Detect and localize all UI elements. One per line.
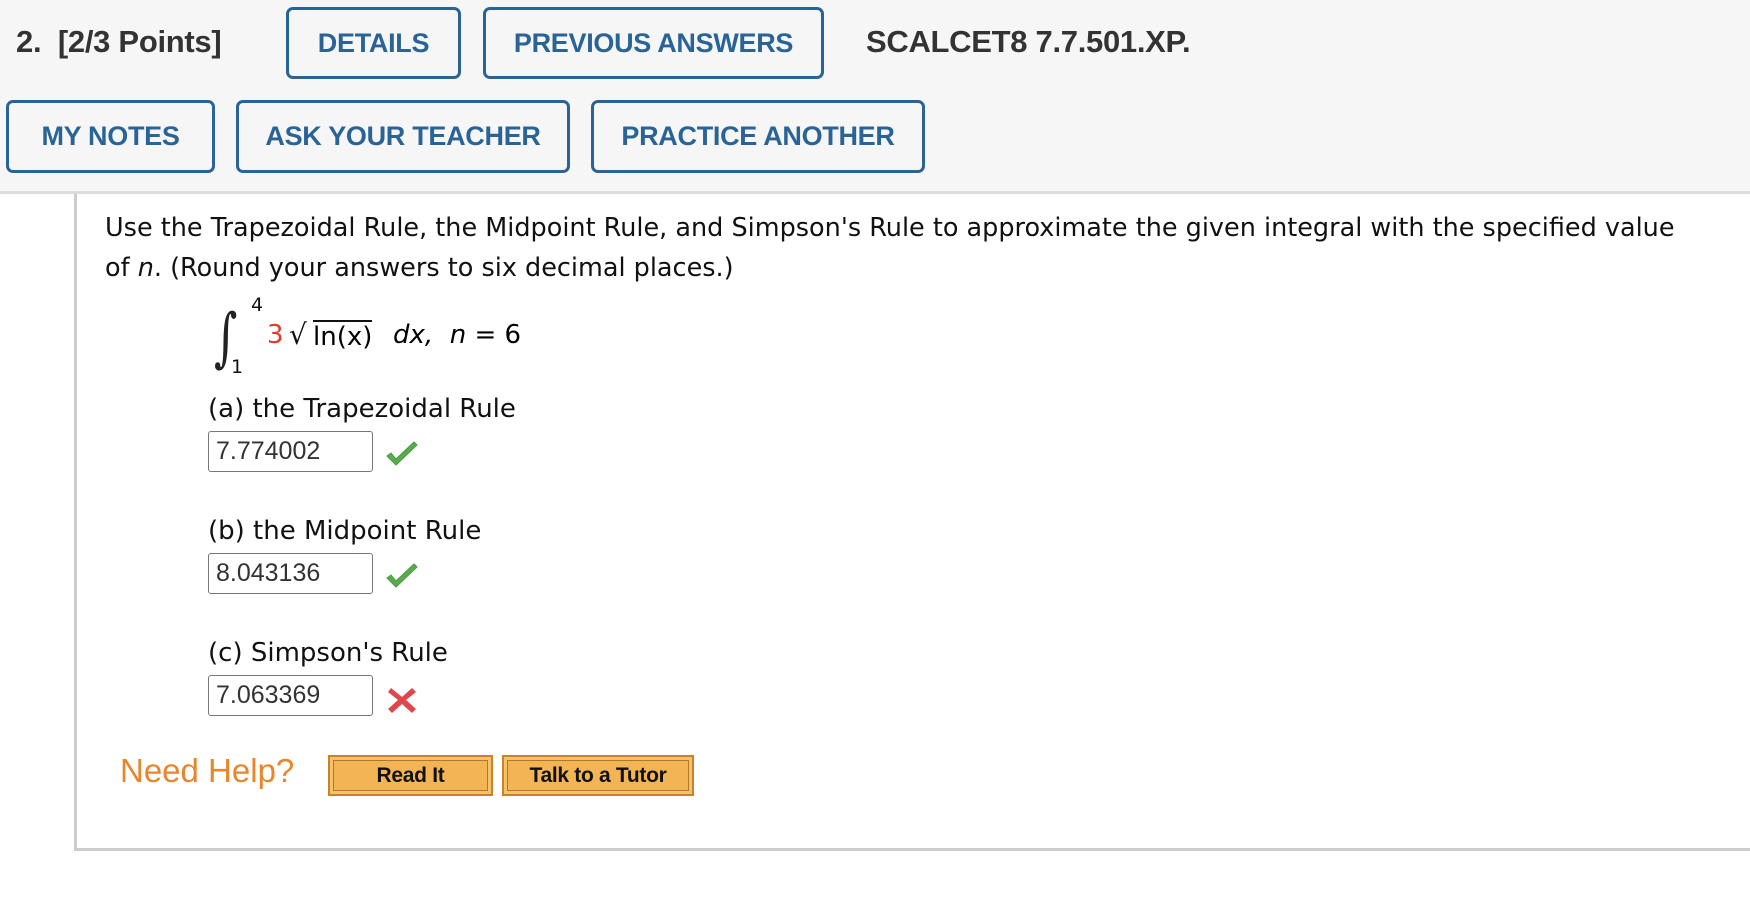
x-icon [388,688,416,713]
part-c-label: (c) Simpson's Rule [208,638,448,668]
need-help-label: Need Help? [120,752,295,789]
text-suffix: . (Round your answers to six decimal pla… [153,253,734,283]
question-points: 2. [2/3 Points] [16,24,222,60]
read-it-button[interactable]: Read It [328,755,493,796]
question-text-line2: of n. (Round your answers to six decimal… [105,248,1745,288]
lower-limit: 1 [231,356,244,378]
radicand: ln(x) [313,320,373,352]
integral-expression: ∫ 4 1 3 √ ln(x) dx, n = 6 [205,294,605,386]
check-icon [386,563,418,588]
upper-limit: 4 [251,294,264,316]
ask-your-teacher-button[interactable]: ASK YOUR TEACHER [236,100,570,173]
part-b-label: (b) the Midpoint Rule [208,516,482,546]
check-icon [386,441,418,466]
practice-another-button[interactable]: PRACTICE ANOTHER [591,100,925,173]
differential-and-n: dx, n = 6 [393,320,521,350]
n-variable: n [137,253,154,283]
details-button[interactable]: DETAILS [286,7,461,79]
previous-answers-button[interactable]: PREVIOUS ANSWERS [483,7,824,79]
part-c-answer-input[interactable] [208,675,373,716]
question-header: 2. [2/3 Points] DETAILS PREVIOUS ANSWERS… [0,0,1750,194]
question-text: Use the Trapezoidal Rule, the Midpoint R… [105,208,1745,288]
points-label: [2/3 Points] [57,24,222,59]
question-text-line1: Use the Trapezoidal Rule, the Midpoint R… [105,213,1675,243]
part-a-label: (a) the Trapezoidal Rule [208,394,516,424]
part-a-answer-input[interactable] [208,431,373,472]
problem-code: SCALCET8 7.7.501.XP. [866,24,1191,59]
differential: dx, [393,320,434,350]
coefficient: 3 [267,320,284,350]
talk-to-tutor-button[interactable]: Talk to a Tutor [502,755,694,796]
text-prefix: of [105,253,138,283]
question-number: 2. [16,24,42,59]
n-value: = 6 [474,320,522,350]
n-label: n [449,320,467,350]
my-notes-button[interactable]: MY NOTES [6,100,215,173]
radical-icon: √ [289,318,307,351]
part-b-answer-input[interactable] [208,553,373,594]
